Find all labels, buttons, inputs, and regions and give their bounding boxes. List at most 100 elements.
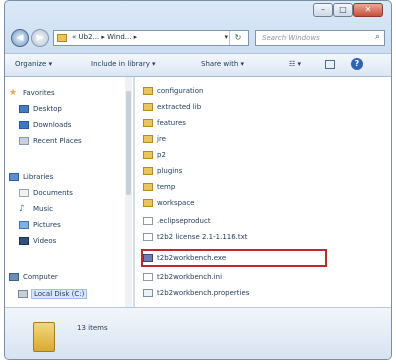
- downloads-icon: [19, 121, 29, 129]
- list-item[interactable]: workspace: [143, 199, 195, 207]
- close-button[interactable]: ✕: [353, 3, 383, 17]
- navigation-bar: ◀ ▶ « Ub2... ▸ Wind... ▸ ▾ ↻ Search Wind…: [11, 27, 385, 49]
- file-name: features: [157, 119, 186, 127]
- nav-music[interactable]: ♪ Music: [19, 205, 53, 214]
- list-item[interactable]: configuration: [143, 87, 204, 95]
- close-icon: ✕: [364, 5, 372, 14]
- documents-icon: [19, 189, 29, 197]
- search-icon[interactable]: ⌕: [375, 32, 380, 42]
- item-count: 13 items: [77, 324, 108, 332]
- nav-label: Documents: [33, 189, 73, 197]
- nav-label: Videos: [33, 237, 57, 245]
- list-item[interactable]: plugins: [143, 167, 183, 175]
- nav-label: Libraries: [23, 173, 54, 181]
- title-bar: – □ ✕: [5, 1, 391, 23]
- file-name: plugins: [157, 167, 183, 175]
- folder-icon: [143, 199, 153, 207]
- file-name: .eclipseproduct: [157, 217, 211, 225]
- recent-places-icon: [19, 137, 29, 145]
- folder-icon: [57, 34, 67, 42]
- maximize-icon: □: [339, 5, 347, 14]
- back-button[interactable]: ◀: [11, 29, 29, 47]
- file-name: temp: [157, 183, 176, 191]
- file-name: t2b2 license 2.1-1.116.txt: [157, 233, 248, 241]
- file-name: p2: [157, 151, 166, 159]
- folder-icon: [143, 87, 153, 95]
- videos-icon: [19, 237, 29, 245]
- libraries-icon: [9, 173, 19, 181]
- maximize-button[interactable]: □: [333, 3, 353, 17]
- nav-label: Music: [33, 205, 53, 213]
- nav-scrollbar[interactable]: [125, 77, 132, 307]
- folder-icon: [33, 322, 55, 352]
- forward-arrow-icon: ▶: [36, 33, 44, 43]
- back-arrow-icon: ◀: [16, 33, 24, 43]
- file-name: configuration: [157, 87, 204, 95]
- folder-icon: [143, 103, 153, 111]
- nav-pictures[interactable]: Pictures: [19, 221, 61, 229]
- list-item[interactable]: p2: [143, 151, 166, 159]
- search-input[interactable]: Search Windows ⌕: [255, 30, 385, 46]
- minimize-button[interactable]: –: [313, 3, 333, 17]
- pictures-icon: [19, 221, 29, 229]
- nav-documents[interactable]: Documents: [19, 189, 73, 197]
- file-name: t2b2workbench.properties: [157, 289, 250, 297]
- include-in-library-button[interactable]: Include in library ▾: [91, 60, 156, 68]
- nav-downloads[interactable]: Downloads: [19, 121, 72, 129]
- command-bar: Organize ▾ Include in library ▾ Share wi…: [5, 53, 391, 77]
- computer-icon: [9, 273, 19, 281]
- preview-pane-icon[interactable]: [325, 60, 335, 69]
- nav-desktop[interactable]: Desktop: [19, 105, 62, 113]
- document-icon: [143, 217, 153, 225]
- address-dropdown-icon[interactable]: ▾: [224, 33, 228, 41]
- nav-favorites[interactable]: ★ Favorites: [9, 89, 55, 98]
- music-icon: ♪: [19, 204, 25, 214]
- search-placeholder: Search Windows: [262, 34, 320, 42]
- highlight-box: [141, 249, 327, 267]
- forward-button[interactable]: ▶: [31, 29, 49, 47]
- address-bar[interactable]: « Ub2... ▸ Wind... ▸ ▾ ↻: [53, 30, 249, 46]
- list-item[interactable]: .eclipseproduct: [143, 217, 211, 225]
- minimize-icon: –: [321, 5, 325, 14]
- breadcrumb[interactable]: « Ub2... ▸ Wind... ▸: [72, 33, 137, 41]
- share-with-button[interactable]: Share with ▾: [201, 60, 244, 68]
- help-icon[interactable]: ?: [351, 58, 363, 70]
- document-icon: [143, 233, 153, 241]
- details-pane: 13 items: [5, 307, 391, 359]
- nav-label: Recent Places: [33, 137, 82, 145]
- nav-label: Computer: [23, 273, 58, 281]
- folder-icon: [143, 135, 153, 143]
- file-name: extracted lib: [157, 103, 202, 111]
- list-item[interactable]: features: [143, 119, 186, 127]
- list-item[interactable]: t2b2workbench.ini: [143, 273, 223, 281]
- refresh-button[interactable]: ↻: [229, 31, 246, 45]
- change-view-button[interactable]: ☷ ▾: [289, 60, 301, 68]
- organize-button[interactable]: Organize ▾: [15, 60, 52, 68]
- nav-local-disk[interactable]: Local Disk (C:): [18, 289, 88, 299]
- nav-label: Downloads: [33, 121, 72, 129]
- list-item[interactable]: extracted lib: [143, 103, 202, 111]
- nav-libraries[interactable]: Libraries: [9, 173, 54, 181]
- explorer-window: – □ ✕ ◀ ▶ « Ub2... ▸ Wind... ▸ ▾ ↻ Searc…: [4, 0, 392, 360]
- file-name: jre: [157, 135, 166, 143]
- list-item[interactable]: temp: [143, 183, 176, 191]
- nav-computer[interactable]: Computer: [9, 273, 58, 281]
- nav-label: Favorites: [23, 89, 55, 97]
- nav-label: Pictures: [33, 221, 61, 229]
- nav-recent-places[interactable]: Recent Places: [19, 137, 82, 145]
- nav-label: Desktop: [33, 105, 62, 113]
- file-name: t2b2workbench.ini: [157, 273, 223, 281]
- document-icon: [143, 273, 153, 281]
- nav-videos[interactable]: Videos: [19, 237, 57, 245]
- properties-file-icon: [143, 289, 153, 297]
- folder-icon: [143, 167, 153, 175]
- list-item[interactable]: jre: [143, 135, 166, 143]
- folder-icon: [143, 119, 153, 127]
- navigation-pane: ★ Favorites Desktop Downloads Recent Plac…: [5, 77, 134, 307]
- file-name: workspace: [157, 199, 195, 207]
- list-item[interactable]: t2b2 license 2.1-1.116.txt: [143, 233, 248, 241]
- list-item[interactable]: t2b2workbench.properties: [143, 289, 250, 297]
- folder-icon: [143, 183, 153, 191]
- desktop-icon: [19, 105, 29, 113]
- scrollbar-thumb[interactable]: [126, 91, 131, 195]
